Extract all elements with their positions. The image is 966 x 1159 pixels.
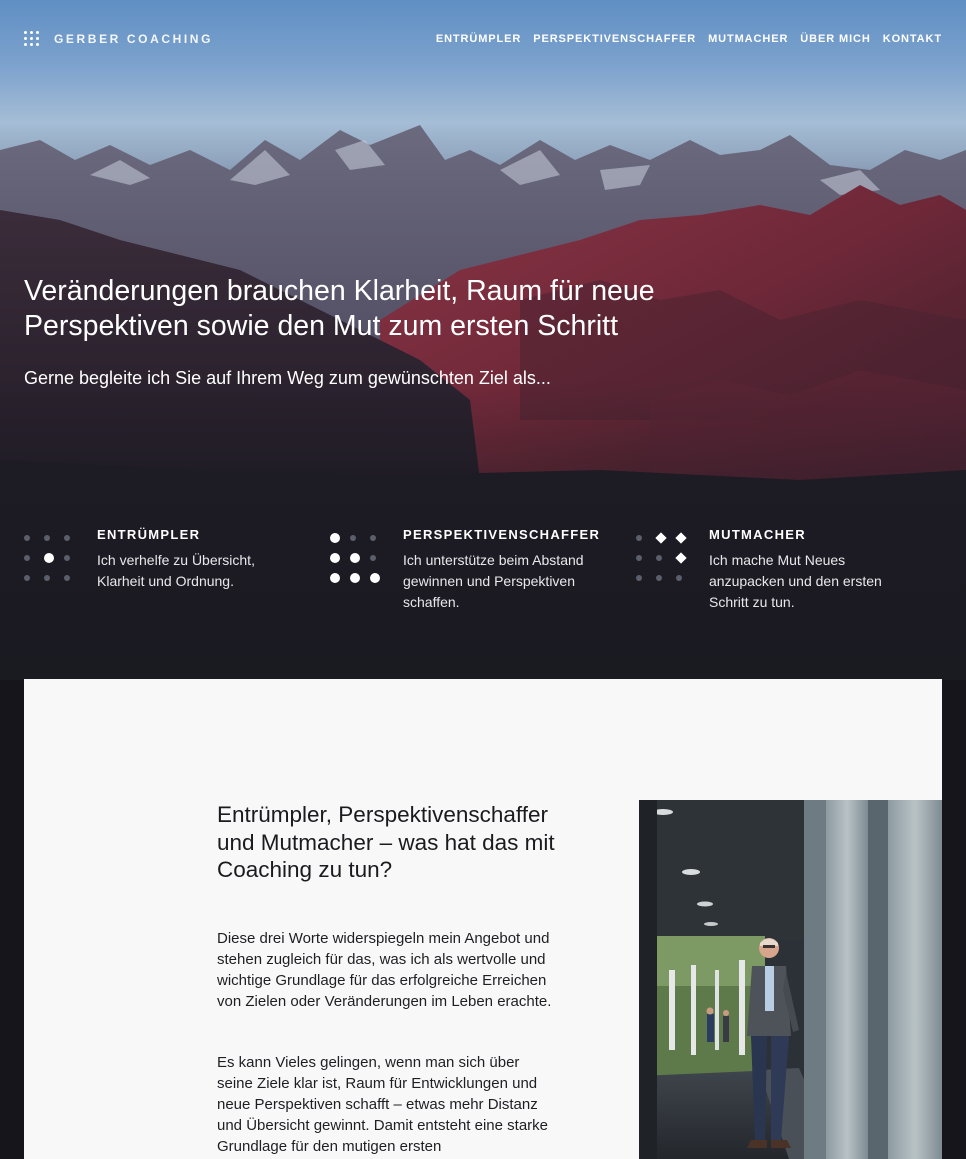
feature-text: Ich mache Mut Neues anzupacken und den e…: [709, 552, 882, 610]
intro-section: Entrümpler, Perspektivenschaffer und Mut…: [24, 679, 942, 1159]
feature-title: MUTMACHER: [709, 527, 806, 542]
feature-title: ENTRÜMPLER: [97, 527, 201, 542]
feature-title: PERSPEKTIVENSCHAFFER: [403, 527, 601, 542]
site-logo[interactable]: GERBER COACHING: [24, 31, 213, 47]
nav-link-mutmacher[interactable]: MUTMACHER: [708, 33, 788, 45]
feature-text: Ich unterstütze beim Abstand gewinnen un…: [403, 552, 584, 610]
nav-link-entruempler[interactable]: ENTRÜMPLER: [436, 33, 521, 45]
logo-text: GERBER COACHING: [54, 32, 214, 46]
dots-grid-center-icon: [24, 528, 84, 588]
feature-text: Ich verhelfe zu Übersicht, Klarheit und …: [97, 552, 255, 589]
dots-grid-arrow-icon: [636, 528, 696, 588]
section-heading: Entrümpler, Perspektivenschaffer und Mut…: [217, 802, 555, 882]
dots-grid-staircase-icon: [330, 528, 390, 588]
hero-title: Veränderungen brauchen Klarheit, Raum fü…: [24, 275, 655, 342]
nav-link-ueber-mich[interactable]: ÜBER MICH: [800, 33, 870, 45]
dots-grid-logo-icon: [24, 31, 40, 47]
feature-perspektivenschaffer[interactable]: PERSPEKTIVENSCHAFFER Ich unterstütze bei…: [330, 524, 630, 624]
nav-link-perspektivenschaffer[interactable]: PERSPEKTIVENSCHAFFER: [533, 33, 696, 45]
feature-entruempler[interactable]: ENTRÜMPLER Ich verhelfe zu Übersicht, Kl…: [24, 524, 324, 624]
feature-mutmacher[interactable]: MUTMACHER Ich mache Mut Neues anzupacken…: [636, 524, 936, 624]
nav-link-kontakt[interactable]: KONTAKT: [883, 33, 942, 45]
main-navigation: ENTRÜMPLER PERSPEKTIVENSCHAFFER MUTMACHE…: [424, 33, 942, 45]
intro-paragraph-2: Es kann Vieles gelingen, wenn man sich ü…: [217, 1054, 549, 1155]
site-header: GERBER COACHING ENTRÜMPLER PERSPEKTIVENS…: [0, 0, 966, 80]
hero-subtitle: Gerne begleite ich Sie auf Ihrem Weg zum…: [24, 368, 551, 388]
intro-paragraph-1: Diese drei Worte widerspiegeln mein Ange…: [217, 930, 552, 1010]
portrait-photo: [639, 800, 942, 1159]
